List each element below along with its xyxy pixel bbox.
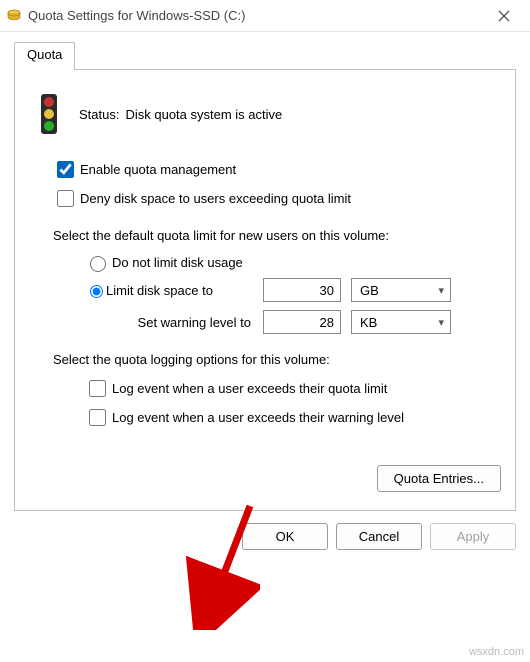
enable-quota-label: Enable quota management — [80, 162, 236, 177]
enable-quota-checkbox[interactable] — [57, 161, 74, 178]
log-exceed-warning-row: Log event when a user exceeds their warn… — [85, 406, 501, 429]
no-limit-row: Do not limit disk usage — [85, 253, 501, 272]
quota-entries-row: Quota Entries... — [29, 465, 501, 492]
status-label: Status: — [79, 107, 119, 122]
status-text: Disk quota system is active — [125, 107, 282, 122]
tabstrip: Quota — [14, 42, 516, 70]
log-exceed-limit-row: Log event when a user exceeds their quot… — [85, 377, 501, 400]
no-limit-radio[interactable] — [90, 256, 106, 272]
warning-label: Set warning level to — [138, 315, 251, 330]
limit-unit-value: GB — [360, 283, 379, 298]
watermark: wsxdn.com — [469, 646, 524, 658]
titlebar: Quota Settings for Windows-SSD (C:) — [0, 0, 530, 32]
enable-quota-row: Enable quota management — [53, 158, 501, 181]
deny-space-row: Deny disk space to users exceeding quota… — [53, 187, 501, 210]
tab-panel-quota: Status: Disk quota system is active Enab… — [14, 70, 516, 511]
log-exceed-warning-checkbox[interactable] — [89, 409, 106, 426]
chevron-down-icon: ▾ — [438, 316, 444, 329]
warning-unit-value: KB — [360, 315, 377, 330]
dialog-body: Quota Status: Disk quota system is activ… — [0, 32, 530, 511]
apply-button: Apply — [430, 523, 516, 550]
limit-to-radio[interactable] — [90, 285, 103, 298]
no-limit-label: Do not limit disk usage — [112, 255, 243, 270]
traffic-light-icon — [33, 92, 65, 136]
close-icon — [498, 10, 510, 22]
ok-button[interactable]: OK — [242, 523, 328, 550]
disk-quota-icon — [6, 8, 22, 24]
window-title: Quota Settings for Windows-SSD (C:) — [28, 8, 484, 23]
cancel-button[interactable]: Cancel — [336, 523, 422, 550]
limit-value-input[interactable] — [263, 278, 341, 302]
log-exceed-limit-checkbox[interactable] — [89, 380, 106, 397]
warning-value-input[interactable] — [263, 310, 341, 334]
chevron-down-icon: ▾ — [438, 284, 444, 297]
quota-entries-button[interactable]: Quota Entries... — [377, 465, 501, 492]
deny-space-checkbox[interactable] — [57, 190, 74, 207]
status-row: Status: Disk quota system is active — [33, 92, 501, 136]
close-button[interactable] — [484, 1, 524, 31]
log-exceed-limit-label: Log event when a user exceeds their quot… — [112, 381, 387, 396]
deny-space-label: Deny disk space to users exceeding quota… — [80, 191, 351, 206]
limit-to-row: Limit disk space to — [85, 282, 255, 298]
logging-section-label: Select the quota logging options for thi… — [53, 352, 501, 367]
limit-grid: Limit disk space to GB ▾ Set warning lev… — [85, 278, 501, 334]
limit-to-label: Limit disk space to — [106, 283, 213, 298]
default-limit-section-label: Select the default quota limit for new u… — [53, 228, 501, 243]
limit-unit-select[interactable]: GB ▾ — [351, 278, 451, 302]
tab-underline — [14, 69, 516, 70]
footer-buttons: OK Cancel Apply — [0, 511, 530, 564]
tab-quota[interactable]: Quota — [14, 42, 75, 70]
warning-unit-select[interactable]: KB ▾ — [351, 310, 451, 334]
warning-label-cell: Set warning level to — [85, 315, 255, 330]
log-exceed-warning-label: Log event when a user exceeds their warn… — [112, 410, 404, 425]
